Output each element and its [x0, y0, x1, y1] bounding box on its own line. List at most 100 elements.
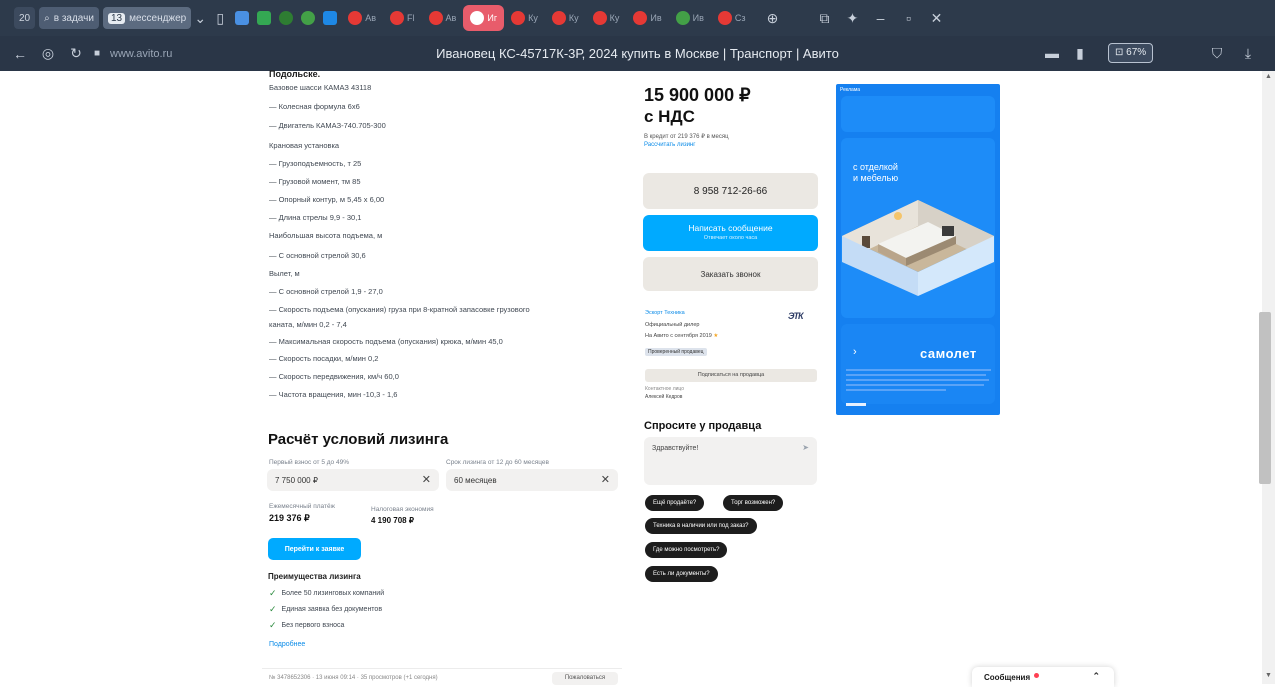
leasing-apply-button[interactable]: Перейти к заявке	[268, 538, 361, 560]
term-input[interactable]: 60 месяцев ✕	[446, 469, 618, 491]
quick-question-pill[interactable]: Есть ли документы?	[645, 566, 718, 582]
back-icon[interactable]: ←	[6, 46, 34, 62]
description-line: Крановая установка	[269, 141, 340, 150]
tab-favicon-icon	[633, 11, 648, 25]
description-line: Вылет, м	[269, 269, 300, 278]
pinned-tab[interactable]	[319, 7, 341, 29]
quick-question-pill[interactable]: Техника в наличии или под заказ?	[645, 518, 757, 534]
reply-time: Отвечает около часа	[703, 235, 758, 241]
pinned-tab[interactable]	[231, 7, 253, 29]
description-line: — С основной стрелой 30,6	[269, 251, 366, 260]
check-icon: ✓	[269, 588, 277, 598]
description-line: — Грузовой момент, тм 85	[269, 177, 361, 186]
browser-tab[interactable]: Ку	[586, 5, 627, 31]
browser-tab[interactable]: Ав	[341, 5, 383, 31]
clear-icon[interactable]: ✕	[422, 473, 431, 486]
pinned-tab[interactable]	[275, 7, 297, 29]
contact-person-name: Алексей Кедров	[645, 394, 683, 400]
advantage-item: ✓ Без первого взноса	[269, 620, 345, 630]
minimize-icon[interactable]: –	[867, 10, 895, 26]
scrollbar-thumb[interactable]	[1259, 312, 1271, 484]
ad-legal-text	[846, 369, 991, 391]
zoom-indicator[interactable]: ⊡ 67%	[1108, 43, 1154, 63]
maximize-icon[interactable]: ▫	[895, 10, 923, 26]
write-message-button[interactable]: Написать сообщение Отвечает около часа	[643, 215, 818, 251]
pinned-tab[interactable]	[297, 7, 319, 29]
browser-tab[interactable]: Ав	[422, 5, 464, 31]
description-line: Наибольшая высота подъема, м	[269, 231, 383, 240]
ad-tag: Реклама	[840, 87, 861, 93]
ad-banner[interactable]: Реклама с отделкой и мебелью › самолет	[836, 84, 1000, 415]
quick-question-pill[interactable]: Где можно посмотреть?	[645, 542, 728, 558]
advance-input[interactable]: 7 750 000 ₽ ✕	[267, 469, 439, 491]
close-icon[interactable]: ✕	[923, 10, 951, 27]
subscribe-seller-button[interactable]: Подписаться на продавца	[645, 369, 817, 382]
tab-label: Ку	[568, 13, 579, 23]
browser-tab[interactable]: Сз	[711, 5, 753, 31]
search-icon: ⌕	[44, 12, 50, 24]
ad-footer	[846, 403, 866, 406]
clear-icon[interactable]: ✕	[601, 473, 610, 486]
browser-tab[interactable]: Ив	[626, 5, 668, 31]
reload-icon[interactable]: ↻	[62, 45, 90, 62]
copy-icon[interactable]: ⧉	[811, 10, 839, 27]
description-line: — Опорный контур, м 5,45 х 6,00	[269, 195, 385, 204]
tab-counter[interactable]: 20	[14, 7, 36, 29]
messenger-widget[interactable]: Сообщения ⌃	[972, 667, 1114, 687]
tab-favicon-icon	[717, 11, 732, 25]
page-icon[interactable]: ▯	[209, 10, 231, 27]
pinned-tab[interactable]	[253, 7, 275, 29]
ask-seller-input[interactable]: Здравствуйте! ➤	[644, 437, 817, 485]
tab-label: Ку	[609, 13, 620, 23]
write-message-label: Написать сообщение	[688, 223, 773, 233]
tab-label: Ив	[650, 13, 662, 23]
contact-person-label: Контактное лицо	[645, 386, 685, 392]
shield-icon[interactable]: ◎	[34, 45, 62, 62]
scroll-down-icon[interactable]: ▼	[1265, 672, 1272, 679]
chevron-right-icon[interactable]: ›	[853, 346, 857, 358]
report-button[interactable]: Пожаловаться	[552, 672, 618, 685]
search-chip[interactable]: ⌕ в задачи	[39, 7, 99, 29]
description-line: каната, м/мин 0,2 - 7,4	[269, 320, 347, 329]
saving-value: 4 190 708 ₽	[371, 516, 414, 525]
new-tab-icon[interactable]: ⊕	[759, 10, 787, 27]
ad-meta-text: № 3478652306 · 13 июня 09:14 · 35 просмо…	[269, 675, 438, 681]
description-line: — Частота вращения, мин -10,3 - 1,6	[269, 390, 398, 399]
advantage-item: ✓ Более 50 лизинговых компаний	[269, 588, 385, 598]
quick-question-pill[interactable]: Ещё продаёте?	[645, 495, 705, 511]
calc-link[interactable]: Рассчитать лизинг	[644, 142, 695, 148]
more-link[interactable]: Подробнее	[269, 641, 305, 648]
download-icon[interactable]: ⤓	[1234, 45, 1262, 62]
send-icon[interactable]: ➤	[802, 443, 809, 452]
browser-tab[interactable]: Ку	[504, 5, 545, 31]
bookmark-icon[interactable]: ▮	[1066, 45, 1094, 62]
browser-tab[interactable]: Ив	[669, 5, 711, 31]
messenger-chip[interactable]: 13 мессенджер	[102, 7, 192, 29]
seller-type: Официальный дилер	[645, 322, 700, 328]
tab-favicon-icon	[470, 11, 485, 25]
tab-favicon-icon	[551, 11, 566, 25]
chevron-up-icon[interactable]: ⌃	[1092, 671, 1100, 682]
reader-icon[interactable]: ▬	[1038, 45, 1066, 61]
browser-tab[interactable]: Fl	[383, 5, 422, 31]
tab-label: Fl	[407, 13, 415, 23]
description-line: — Колесная формула 6x6	[269, 102, 360, 111]
seller-logo[interactable]: ЭТК	[788, 311, 816, 327]
show-phone-button[interactable]: 8 958 712-26-66	[643, 173, 818, 209]
chevron-down-icon[interactable]: ⌄	[191, 10, 209, 27]
description-line: — Скорость передвижения, км/ч 60,0	[269, 372, 399, 381]
seller-name[interactable]: Эскорт Техника	[645, 310, 685, 316]
tab-label: Ку	[528, 13, 538, 23]
scroll-up-icon[interactable]: ▲	[1265, 73, 1272, 80]
tab-label: Иг	[487, 13, 498, 23]
extension-icon[interactable]: ✦	[839, 10, 867, 27]
ad-meta-row: № 3478652306 · 13 июня 09:14 · 35 просмо…	[262, 668, 622, 685]
tab-label: Ив	[692, 13, 704, 23]
quick-question-pill[interactable]: Торг возможен?	[723, 495, 784, 511]
url-text[interactable]: www.avito.ru	[110, 48, 172, 60]
browser-tab[interactable]: Ку	[545, 5, 586, 31]
description-heading: Подольске.	[269, 69, 321, 79]
browser-tab[interactable]: Иг	[463, 5, 505, 31]
shield-toggle-icon[interactable]: ⛉	[1203, 45, 1231, 62]
order-call-button[interactable]: Заказать звонок	[643, 257, 818, 291]
